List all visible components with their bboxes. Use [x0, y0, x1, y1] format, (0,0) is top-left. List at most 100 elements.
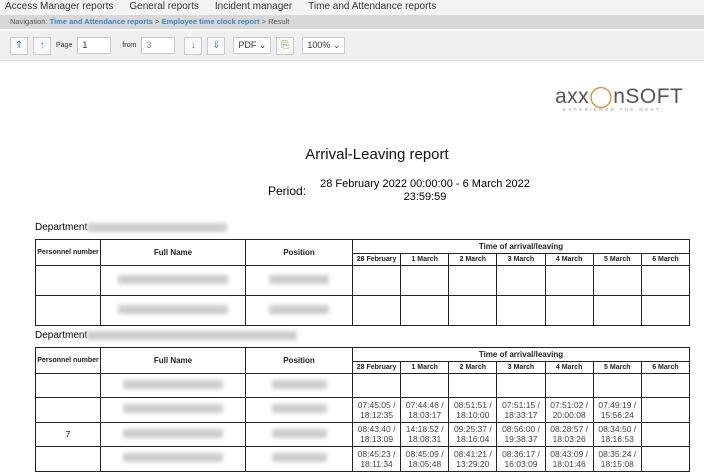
time-cell: 08:51:51 / 18:10:00: [448, 397, 498, 423]
menu-access-manager-reports[interactable]: Access Manager reports: [5, 0, 113, 15]
redacted-cell: [100, 373, 246, 398]
redacted-text: [123, 404, 223, 414]
menu-time-attendance-reports[interactable]: Time and Attendance reports: [308, 0, 436, 15]
department-2: Department: [35, 330, 298, 341]
personnel-cell: 7: [35, 421, 101, 447]
col-position: Position: [245, 239, 353, 266]
department-2-table: Personnel number Full Name Position Time of…: [35, 347, 691, 472]
time-cell: 07:44:46 / 18:03:17: [400, 397, 450, 423]
department-name-redacted: [87, 331, 298, 340]
department-1: Department: [35, 222, 228, 233]
day-header: 2 March: [448, 253, 498, 266]
time-cell: [640, 295, 691, 326]
day-header: 28 February: [351, 253, 402, 266]
time-cell: 08:41:21 / 13:29:20: [448, 446, 498, 472]
table-row: 08:45:23 / 18:11:34 08:45:09 / 18:05:48 08…: [35, 446, 691, 472]
redacted-text: [123, 428, 223, 438]
day-header: 5 March: [592, 361, 642, 374]
first-page-button[interactable]: ⇑: [10, 36, 28, 55]
redacted-text: [271, 380, 327, 389]
report-title: Arrival-Leaving report: [305, 146, 449, 163]
redacted-text: [271, 428, 327, 438]
period-label: Period:: [268, 184, 307, 198]
next-page-button[interactable]: ↓: [184, 36, 203, 55]
time-cell: 08:28:57 / 18:03:26: [544, 421, 594, 447]
period-value: 28 February 2022 00:00:00 - 6 March 2022…: [320, 178, 530, 203]
redacted-text: [118, 275, 228, 284]
time-cell: [351, 373, 402, 398]
format-select[interactable]: PDF ⌄: [233, 37, 272, 54]
col-full-name: Full Name: [100, 347, 246, 374]
time-cell: [544, 373, 594, 398]
col-personnel: Personnel number: [35, 347, 101, 374]
menu-general-reports[interactable]: General reports: [129, 0, 198, 15]
redacted-cell: [100, 265, 246, 296]
export-button[interactable]: ⎘: [276, 36, 295, 55]
time-cell: [544, 295, 594, 326]
department-1-table: Personnel number Full Name Position Time of…: [35, 239, 691, 326]
redacted-cell: [245, 421, 353, 447]
breadcrumb-employee-time-clock[interactable]: Employee time clock report: [162, 17, 260, 26]
time-cell: [592, 265, 642, 296]
total-pages: 3: [141, 37, 176, 54]
redacted-cell: [100, 446, 246, 472]
time-cell: [448, 373, 498, 398]
time-cell: [496, 265, 546, 296]
breadcrumb-current: Result: [268, 17, 290, 26]
breadcrumb-sep: >: [155, 17, 160, 26]
time-cell: [496, 295, 546, 326]
redacted-text: [271, 404, 327, 414]
redacted-cell: [100, 421, 246, 447]
time-cell: [448, 295, 498, 326]
table-row: 7 08:43:40 / 18:13:09 14:18:52 / 18:08:31 0…: [35, 421, 691, 447]
axxonsoft-logo: axx◯nSOFT EXPERIENCE THE NEXT: [555, 85, 684, 112]
time-cell: 08:35:24 / 18:15:08: [592, 446, 642, 472]
redacted-cell: [245, 373, 353, 398]
breadcrumb-time-attendance[interactable]: Time and Attendance reports: [50, 17, 153, 26]
day-header: 2 March: [448, 361, 498, 374]
redacted-text: [118, 305, 228, 314]
time-cell: [448, 265, 498, 296]
day-header: 4 March: [544, 361, 594, 374]
redacted-text: [269, 275, 329, 284]
time-cell: 07:51:15 / 18:33:17: [496, 397, 546, 423]
table-row: 07:45:05 / 18:12:35 07:44:46 / 18:03:17 08…: [35, 397, 691, 423]
top-menu: Access Manager reports General reports I…: [0, 0, 704, 15]
col-full-name: Full Name: [100, 239, 246, 266]
time-cell: [400, 295, 450, 326]
zoom-select[interactable]: 100% ⌄: [302, 37, 346, 54]
time-cell: 08:45:23 / 18:11:34: [351, 446, 402, 472]
col-position: Position: [245, 347, 353, 374]
format-value: PDF: [238, 40, 257, 50]
time-cell: 08:36:17 / 16:03:09: [496, 446, 546, 472]
menu-incident-manager[interactable]: Incident manager: [215, 0, 292, 15]
time-cell: [544, 265, 594, 296]
redacted-cell: [245, 295, 353, 326]
redacted-text: [271, 453, 327, 463]
breadcrumb: Navigation: Time and Attendance reports …: [0, 15, 704, 29]
time-cell: [640, 373, 691, 398]
time-cell: 08:34:50 / 18:16:53: [592, 421, 642, 447]
day-header: 5 March: [592, 253, 642, 266]
toolbar: ⇑ ↑ Page 1 from 3 ↓ ⇓ PDF ⌄ ⎘ 100% ⌄: [0, 31, 704, 61]
day-header: 3 March: [496, 253, 546, 266]
time-cell: [351, 265, 402, 296]
time-cell: 08:43:09 / 18:01:46: [544, 446, 594, 472]
time-cell: [592, 295, 642, 326]
day-header: 6 March: [640, 361, 691, 374]
time-cell: 08:56:00 / 19:38:37: [496, 421, 546, 447]
redacted-text: [269, 305, 329, 314]
day-header: 3 March: [496, 361, 546, 374]
table-row: [35, 373, 691, 398]
time-cell: 14:18:52 / 18:08:31: [400, 421, 450, 447]
day-header: 28 February: [351, 361, 402, 374]
prev-page-button[interactable]: ↑: [33, 36, 51, 55]
personnel-cell: [35, 446, 101, 472]
col-personnel: Personnel number: [35, 239, 101, 266]
time-cell: [640, 446, 691, 472]
last-page-button[interactable]: ⇓: [207, 36, 226, 55]
personnel-cell: [35, 397, 101, 423]
page-input[interactable]: 1: [77, 37, 112, 54]
department-name-redacted: [87, 223, 228, 232]
time-cell: [400, 265, 450, 296]
